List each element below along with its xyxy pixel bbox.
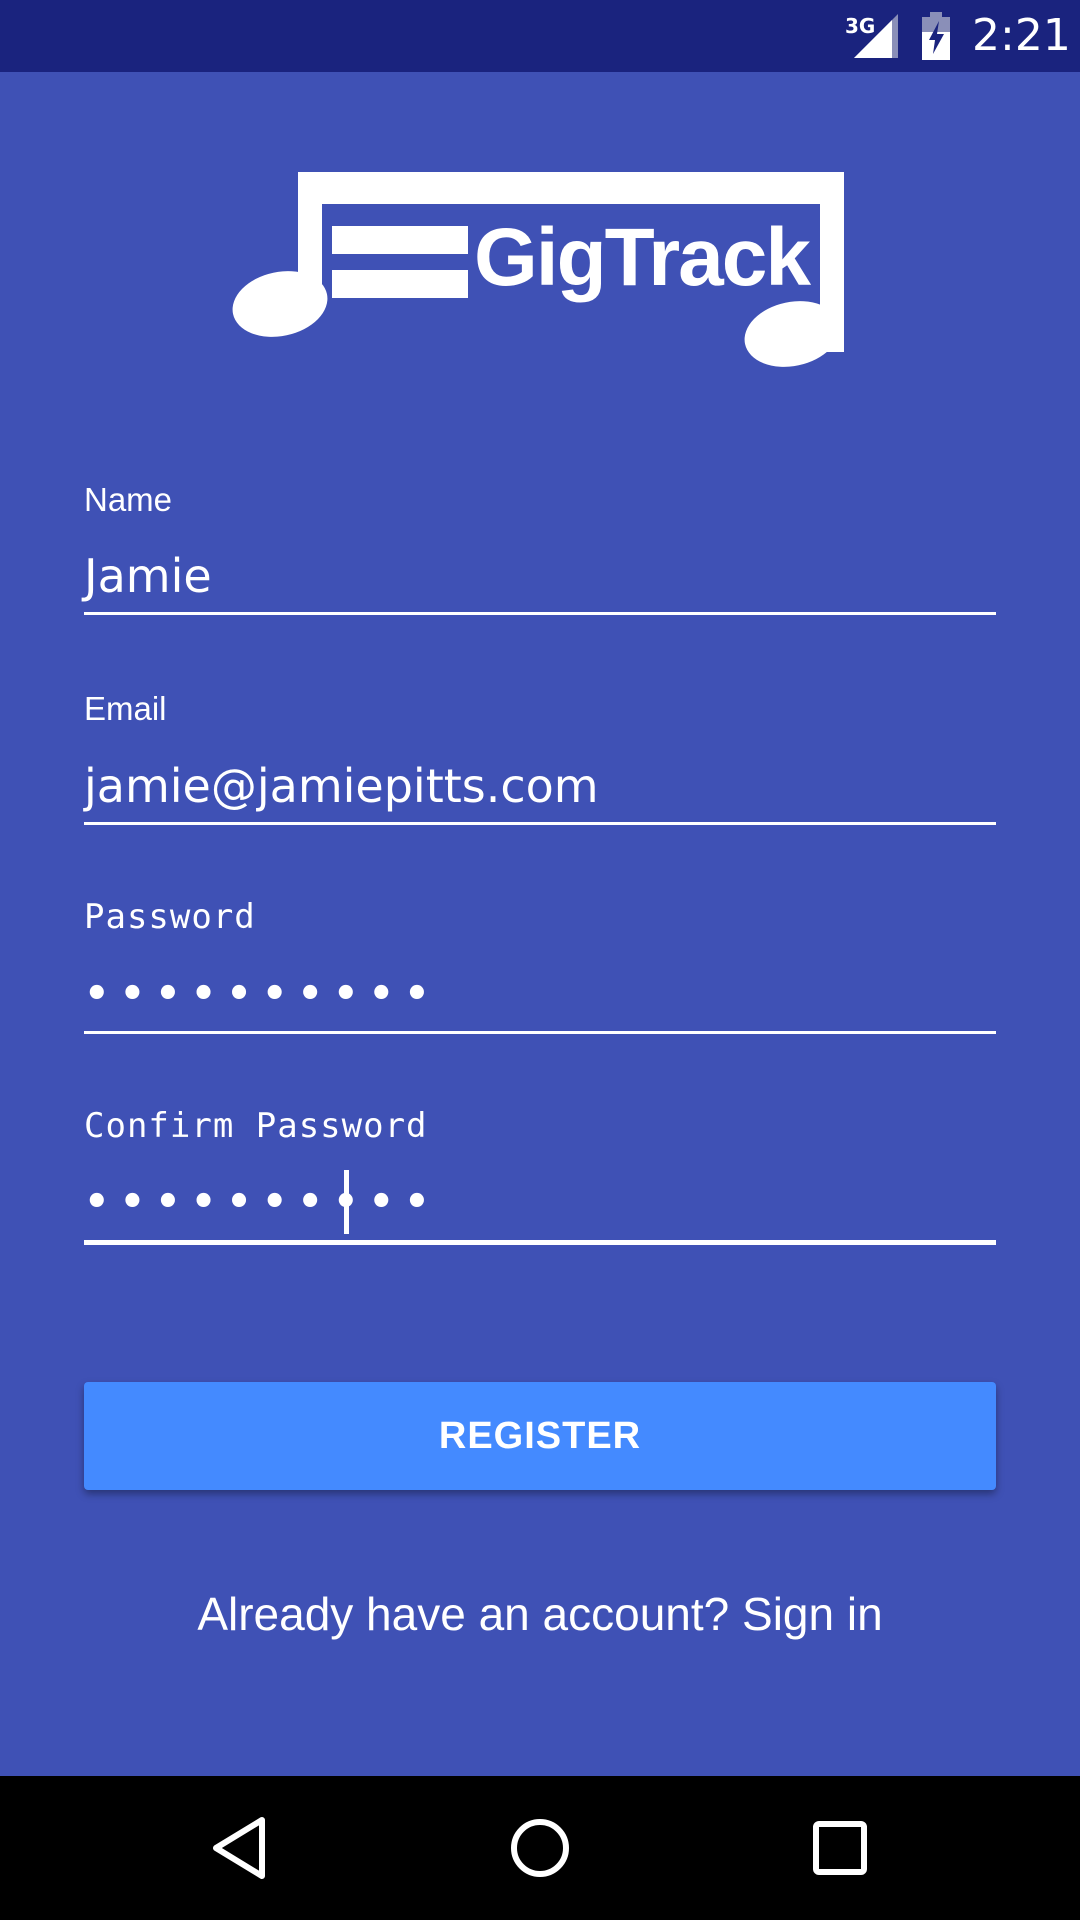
password-label: Password xyxy=(84,897,256,937)
sign-in-link[interactable]: Already have an account? Sign in xyxy=(0,1584,1080,1644)
logo-wordmark: GigTrack xyxy=(474,212,811,303)
status-bar: 3G 2:21 xyxy=(0,0,1080,72)
recents-icon[interactable] xyxy=(804,1812,876,1884)
password-field[interactable]: •••••••••• xyxy=(84,966,440,1022)
email-field-underline xyxy=(84,822,996,825)
register-screen: 3G 2:21 GigTrack Name Jamie Email jamie@… xyxy=(0,0,1080,1920)
name-field[interactable]: Jamie xyxy=(84,548,212,604)
status-time: 2:21 xyxy=(972,10,1071,61)
home-icon[interactable] xyxy=(504,1812,576,1884)
confirm-password-field[interactable]: •••••••••• xyxy=(84,1174,440,1230)
name-field-underline xyxy=(84,612,996,615)
back-icon[interactable] xyxy=(204,1812,276,1884)
confirm-password-label: Confirm Password xyxy=(84,1106,428,1146)
battery-charging-icon xyxy=(922,12,950,60)
confirm-password-field-underline xyxy=(84,1240,996,1245)
navigation-bar xyxy=(0,1776,1080,1920)
name-label: Name xyxy=(84,481,173,518)
text-cursor xyxy=(344,1170,349,1234)
email-label: Email xyxy=(84,690,167,727)
email-field[interactable]: jamie@jamiepitts.com xyxy=(84,758,599,814)
password-field-underline xyxy=(84,1031,996,1034)
network-type-label: 3G xyxy=(845,14,876,38)
register-button[interactable]: REGISTER xyxy=(84,1382,996,1490)
